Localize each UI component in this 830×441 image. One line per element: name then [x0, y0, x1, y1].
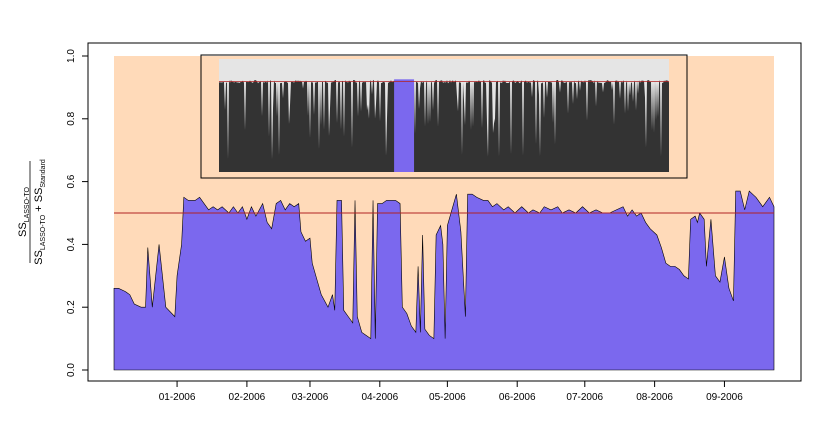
x-tick-label: 09-2006	[706, 392, 743, 403]
inset-panel	[200, 54, 688, 179]
y-tick-label: 0.6	[66, 174, 77, 188]
y-tick-label: 0.0	[66, 363, 77, 377]
inset-area-series	[219, 79, 669, 172]
y-tick-label: 0.2	[66, 300, 77, 314]
ylabel-numerator: SS	[17, 222, 29, 237]
ylabel-denominator-a: SS	[33, 250, 45, 265]
y-tick-label: 0.8	[66, 111, 77, 125]
y-tick-label: 0.4	[66, 237, 77, 251]
x-tick-label: 04-2006	[361, 392, 398, 403]
x-axis: 01-2006 02-2006 03-2006 04-2006 05-2006 06-20…	[159, 380, 743, 403]
x-tick-label: 03-2006	[292, 392, 329, 403]
x-tick-label: 07-2006	[566, 392, 603, 403]
y-axis: 0.0 0.2 0.4 0.6 0.8 1.0	[66, 49, 89, 377]
inset-highlight	[394, 79, 415, 172]
x-tick-label: 05-2006	[429, 392, 466, 403]
x-tick-label: 06-2006	[499, 392, 536, 403]
svg-text:SSLASSO-TO: SSLASSO-TO	[17, 186, 31, 237]
x-tick-label: 01-2006	[159, 392, 196, 403]
x-tick-label: 08-2006	[636, 392, 673, 403]
area-chart: 0.0 0.2 0.4 0.6 0.8 1.0 01-2006 02-2006 03-2006…	[17, 42, 802, 403]
chart-container: 0.0 0.2 0.4 0.6 0.8 1.0 01-2006 02-2006 03-2006…	[0, 0, 830, 436]
ylabel-denominator-a-sub: LASSO-TO	[40, 214, 47, 250]
y-tick-label: 1.0	[66, 49, 77, 63]
ylabel-denominator-b-sub: Standard	[40, 159, 47, 188]
ylabel-plus: +	[33, 202, 45, 215]
y-axis-label: SSLASSO-TO SSLASSO-TO + SSStandard	[17, 159, 47, 265]
ylabel-denominator-b: SS	[33, 188, 45, 203]
x-tick-label: 02-2006	[229, 392, 266, 403]
svg-text:SSLASSO-TO + SSStandard: SSLASSO-TO + SSStandard	[33, 159, 47, 265]
